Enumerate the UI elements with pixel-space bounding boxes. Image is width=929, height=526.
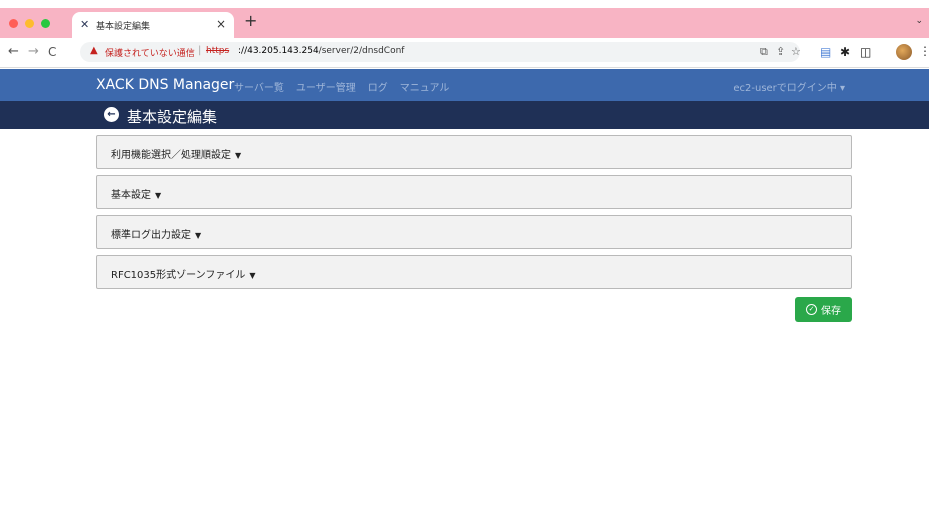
translate-icon[interactable]: ⧉ — [760, 45, 768, 59]
panel-label: 基本設定 ▼ — [111, 190, 162, 201]
zoom-window-button[interactable] — [41, 19, 50, 28]
url-host: ://43.205.143.254 — [238, 46, 319, 56]
minimize-window-button[interactable] — [25, 19, 34, 28]
caret-down-icon: ▼ — [155, 191, 162, 200]
app-navbar: XACK DNS Manager サーバー覧 ユーザー管理 ログ マニュアル e… — [0, 69, 929, 101]
close-window-button[interactable] — [9, 19, 18, 28]
page-title-bar: ← 基本設定編集 — [0, 101, 929, 129]
x-logo-icon: ✕ — [80, 18, 90, 31]
new-tab-button[interactable]: + — [244, 13, 257, 29]
not-secure-label[interactable]: 保護されていない通信 — [105, 46, 195, 59]
panel-standard-log-output[interactable]: 標準ログ出力設定 ▼ — [96, 215, 852, 249]
url-path: /server/2/dnsdConf — [318, 46, 405, 56]
tab-search-icon[interactable]: ⌄ — [915, 16, 923, 26]
browser-tab[interactable]: ✕ 基本設定編集 × — [72, 12, 234, 38]
puzzle-icon[interactable]: ✱ — [840, 45, 850, 59]
panel-label: 利用機能選択／処理順設定 ▼ — [111, 150, 242, 161]
nav-manual[interactable]: マニュアル — [400, 79, 450, 94]
tab-close-icon[interactable]: × — [216, 17, 226, 31]
back-button[interactable]: ← — [8, 44, 19, 59]
panel-rfc1035-zone-file[interactable]: RFC1035形式ゾーンファイル ▼ — [96, 255, 852, 289]
panel-feature-selection[interactable]: 利用機能選択／処理順設定 ▼ — [96, 135, 852, 169]
caret-down-icon: ▼ — [249, 271, 256, 280]
brand-logo-text[interactable]: XACK DNS Manager — [96, 77, 234, 93]
browser-toolbar: ← → C ▲ 保護されていない通信 | https ://43.205.143… — [0, 38, 929, 68]
browser-menu-icon[interactable]: ⋮ — [919, 44, 929, 58]
panel-basic-settings[interactable]: 基本設定 ▼ — [96, 175, 852, 209]
tab-title: 基本設定編集 — [96, 22, 151, 32]
omnibox-separator: | — [198, 45, 202, 56]
nav-log[interactable]: ログ — [368, 79, 388, 94]
caret-down-icon: ▼ — [235, 151, 242, 160]
forward-button[interactable]: → — [28, 44, 39, 59]
caret-down-icon: ▼ — [195, 231, 202, 240]
user-menu-dropdown[interactable]: ec2-userでログイン中 ▾ — [733, 79, 845, 94]
reload-button[interactable]: C — [48, 45, 56, 59]
browser-tab-bar: ✕ 基本設定編集 × + ⌄ — [0, 8, 929, 38]
bookmark-star-icon[interactable]: ☆ — [791, 45, 801, 58]
nav-server-list[interactable]: サーバー覧 — [234, 79, 284, 94]
check-circle-icon: ✓ — [806, 304, 817, 315]
url-text: ://43.205.143.254/server/2/dnsdConf — [238, 46, 404, 56]
save-button[interactable]: ✓ 保存 — [795, 297, 852, 322]
save-button-label: 保存 — [821, 306, 841, 317]
page-title: 基本設定編集 — [127, 108, 218, 126]
warning-icon: ▲ — [90, 45, 98, 56]
main-nav: サーバー覧 ユーザー管理 ログ マニュアル — [234, 79, 449, 94]
extension-icon[interactable]: ▤ — [820, 45, 831, 59]
profile-avatar[interactable] — [896, 44, 912, 60]
back-arrow-icon[interactable]: ← — [104, 107, 119, 122]
address-bar[interactable]: ▲ 保護されていない通信 | https ://43.205.143.254/s… — [80, 42, 801, 62]
panel-label: 標準ログ出力設定 ▼ — [111, 230, 202, 241]
sidebar-icon[interactable]: ◫ — [860, 45, 871, 59]
nav-user-management[interactable]: ユーザー管理 — [296, 79, 356, 94]
panel-label: RFC1035形式ゾーンファイル ▼ — [111, 270, 256, 281]
share-icon[interactable]: ⇪ — [776, 45, 785, 58]
url-scheme: https — [206, 46, 230, 56]
